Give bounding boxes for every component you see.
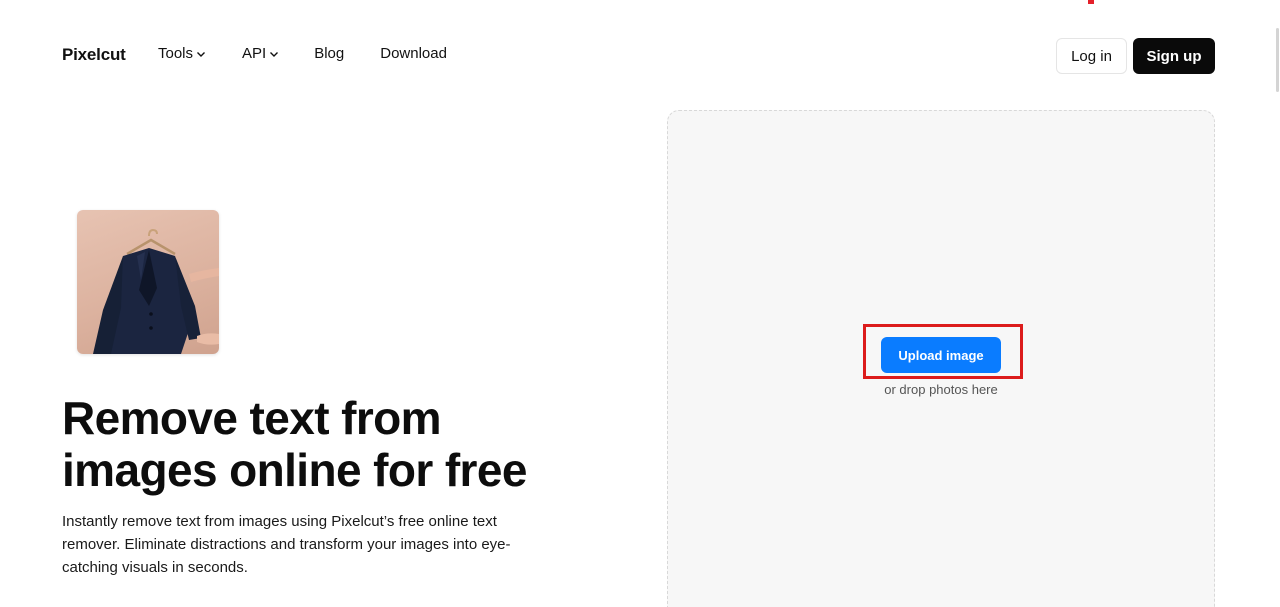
page: Pixelcut Tools API Blog Download Log in … <box>0 0 1280 607</box>
drop-hint: or drop photos here <box>884 382 998 397</box>
login-button[interactable]: Log in <box>1056 38 1127 74</box>
chevron-down-icon <box>197 51 206 57</box>
nav-tools-label: Tools <box>158 45 194 62</box>
nav-blog[interactable]: Blog <box>314 45 344 62</box>
chevron-down-icon <box>270 51 279 57</box>
jacket-on-hanger-image <box>93 228 219 354</box>
page-title-line2: images online for free <box>62 444 527 496</box>
top-nav: Pixelcut Tools API Blog Download Log in … <box>0 36 1280 76</box>
logo[interactable]: Pixelcut <box>62 45 126 65</box>
nav-api-label: API <box>242 45 267 62</box>
nav-download-label: Download <box>380 45 447 62</box>
page-title-line1: Remove text from <box>62 392 442 444</box>
page-title: Remove text from images online for free <box>62 392 582 496</box>
signup-button[interactable]: Sign up <box>1133 38 1215 74</box>
nav-download[interactable]: Download <box>380 45 447 62</box>
top-red-mark <box>1088 0 1094 4</box>
nav-api[interactable]: API <box>242 45 279 62</box>
nav-blog-label: Blog <box>314 45 345 62</box>
scrollbar[interactable] <box>1274 0 1280 607</box>
hero-description: Instantly remove text from images using … <box>62 513 511 576</box>
nav-links: Tools API Blog Download <box>158 45 483 62</box>
upload-image-button[interactable]: Upload image <box>881 337 1001 373</box>
nav-tools[interactable]: Tools <box>158 45 206 62</box>
hero-thumbnail <box>77 210 219 354</box>
